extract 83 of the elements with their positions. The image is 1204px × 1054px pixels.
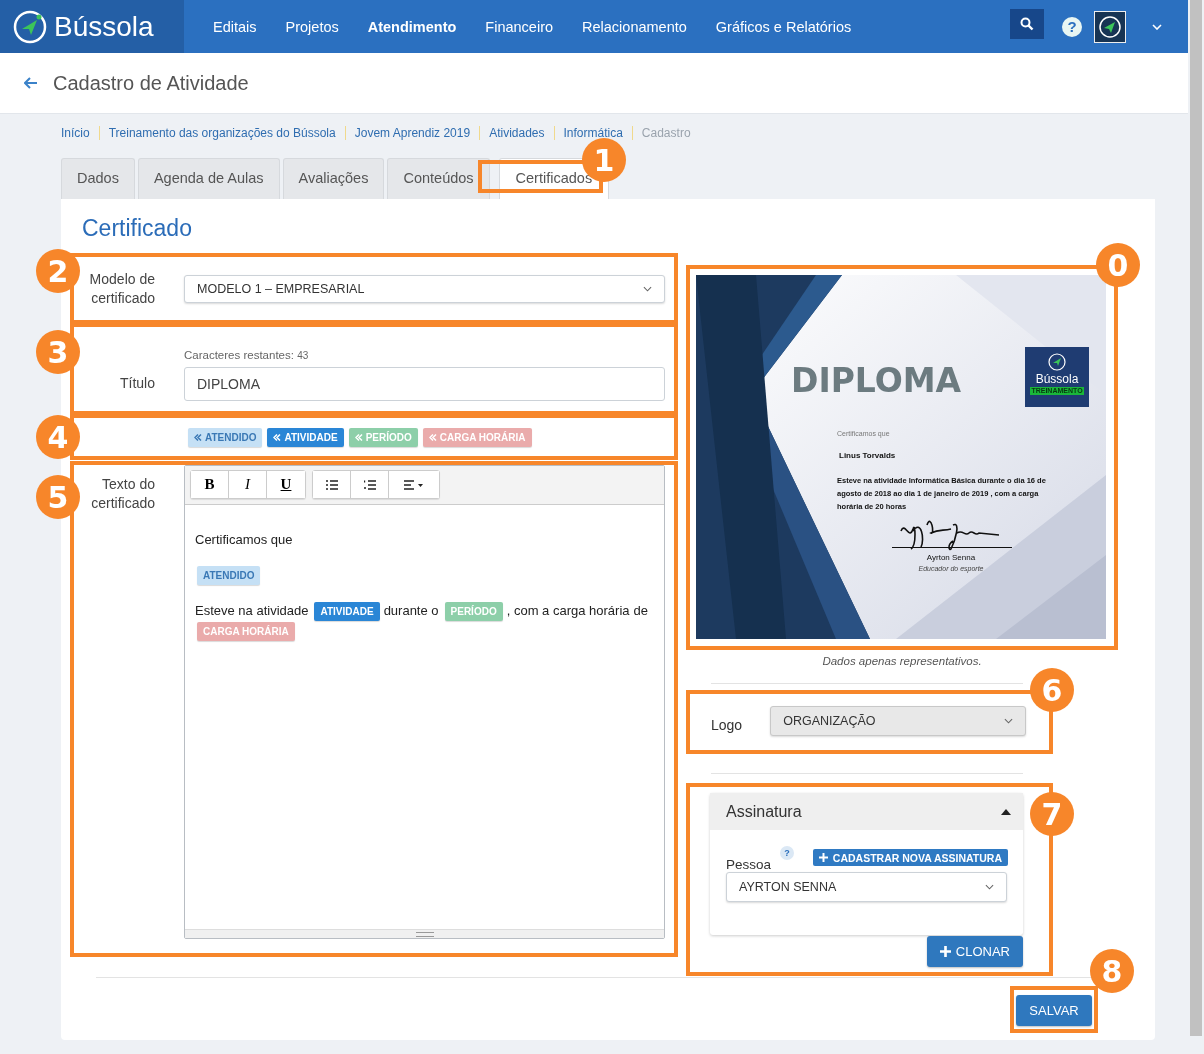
search-button[interactable] [1010, 8, 1044, 39]
bullet-list-button[interactable] [313, 471, 351, 498]
format-button[interactable]: U [267, 471, 305, 498]
plus-icon [818, 853, 828, 862]
compass-icon [1047, 352, 1067, 372]
editor-text: de [633, 603, 648, 619]
breadcrumb-link[interactable]: Jovem Aprendiz 2019 [354, 125, 471, 140]
help-button[interactable]: ? [1062, 16, 1082, 37]
breadcrumb-link[interactable]: Atividades [489, 125, 545, 140]
brand-logo[interactable]: Bússola [0, 0, 184, 53]
signer-name: Ayrton Senna [925, 553, 977, 562]
scrollbar[interactable] [1190, 0, 1202, 1036]
double-chevron-left-icon [354, 433, 363, 441]
align-dropdown-button[interactable] [389, 471, 439, 498]
tab[interactable]: Dados [61, 158, 135, 199]
compass-icon [12, 8, 48, 45]
resize-handle[interactable] [185, 929, 664, 938]
numbered-list-button[interactable] [351, 471, 389, 498]
rich-text-editor[interactable]: B I U Certificamos que ATENDIDO Esteve na atividade ATIVIDADE durante o PERÍODO , com a carga horária de CARGA HORÁRIA [184, 465, 665, 939]
align-left-icon [404, 479, 424, 490]
nav-link[interactable]: Financeiro [485, 18, 554, 35]
certificate-heading: DIPLOMA [791, 361, 962, 400]
clone-button[interactable]: CLONAR [926, 936, 1023, 967]
nav-link[interactable]: Relacionamento [582, 18, 687, 35]
placeholder-tag: PERÍODO [444, 602, 503, 622]
panel-header[interactable]: Assinatura [710, 793, 1023, 830]
model-select[interactable]: MODELO 1 – EMPRESARIAL [184, 274, 665, 303]
character-counter: Caracteres restantes: 43 [184, 349, 310, 361]
field-label: Texto do certificado [90, 475, 155, 513]
editor-text: Esteve na atividade [195, 603, 309, 619]
avatar-button[interactable] [1094, 10, 1126, 43]
collapse-caret-icon[interactable] [1001, 808, 1011, 815]
save-button[interactable]: SALVAR [1016, 995, 1092, 1026]
tab[interactable]: Avaliações [282, 158, 385, 199]
preview-caption: Dados apenas representativos. [821, 655, 983, 667]
editor-text: durante o [383, 603, 439, 619]
help-icon[interactable]: ? [780, 846, 795, 860]
placeholder-tag-button[interactable]: ATENDIDO [188, 427, 263, 447]
nav-link[interactable]: Atendimento [367, 18, 457, 35]
breadcrumb-link[interactable]: Informática [563, 125, 623, 140]
placeholder-tag: ATIVIDADE [314, 602, 380, 622]
breadcrumb-link[interactable]: Treinamento das organizações do Bússola [108, 125, 336, 140]
nav-link[interactable]: Projetos [285, 18, 339, 35]
chevron-down-icon [985, 884, 994, 890]
nav-link[interactable]: Gráficos e Relatórios [715, 18, 852, 35]
field-label: Modelo de certificado [88, 269, 155, 308]
title-input[interactable]: DIPLOMA [184, 367, 665, 401]
format-button[interactable]: B [191, 471, 229, 498]
back-arrow-icon[interactable] [24, 77, 38, 89]
new-signature-button[interactable]: CADASTRAR NOVA ASSINATURA [812, 849, 1008, 866]
page-title: Cadastro de Atividade [53, 71, 249, 95]
numbered-list-icon [363, 479, 376, 490]
bullet-list-icon [325, 479, 338, 490]
chevron-down-icon [1004, 717, 1014, 724]
chevron-down-icon [643, 285, 652, 292]
annotation-number: 4 [36, 415, 80, 459]
field-label: Título [119, 374, 155, 393]
logo-select[interactable]: ORGANIZAÇÃO [770, 705, 1027, 736]
field-label: Logo [711, 717, 743, 733]
double-chevron-left-icon [273, 433, 282, 441]
certificate-name: Linus Torvalds [839, 451, 896, 460]
tab[interactable]: Conteúdos [387, 158, 490, 199]
placeholder-tag-button[interactable]: ATIVIDADE [267, 427, 344, 447]
panel-title: Assinatura [726, 802, 802, 821]
placeholder-tag: CARGA HORÁRIA [197, 622, 295, 642]
annotation-number: 2 [36, 249, 80, 293]
editor-text: , com a carga horária [506, 603, 630, 619]
section-title: Certificado [82, 215, 193, 242]
breadcrumb-link[interactable]: Início [61, 125, 90, 140]
tab[interactable]: Agenda de Aulas [137, 158, 280, 199]
person-select[interactable]: AYRTON SENNA [726, 872, 1007, 902]
chevron-down-icon[interactable] [1152, 23, 1162, 30]
placeholder-tag: ATENDIDO [197, 566, 261, 586]
format-button[interactable]: I [229, 471, 267, 498]
annotation-number: 3 [36, 330, 80, 374]
double-chevron-left-icon [194, 433, 202, 441]
field-label: Pessoa [726, 857, 772, 872]
editor-text: Certificamos que [195, 532, 293, 547]
search-icon [1020, 16, 1034, 31]
annotation-number: 5 [36, 475, 80, 519]
plus-icon [939, 946, 951, 957]
double-chevron-left-icon [428, 433, 437, 441]
nav-link[interactable]: Editais [213, 18, 257, 35]
